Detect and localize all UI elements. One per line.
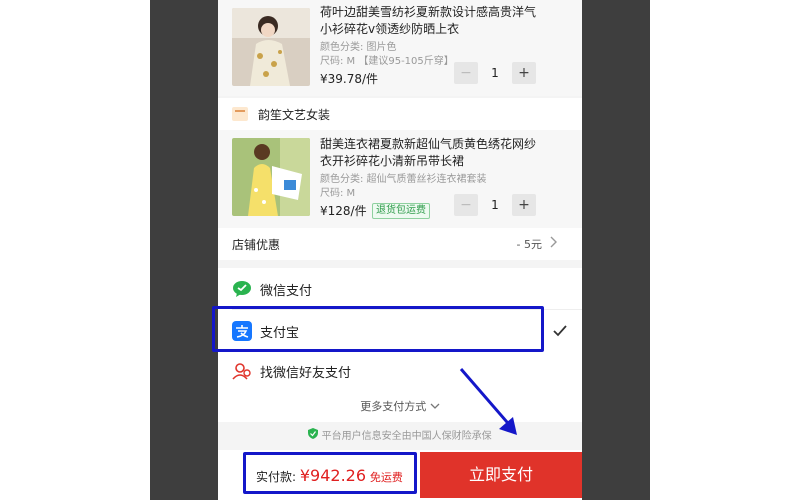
dark-margin-left [150, 0, 218, 500]
alipay-icon [232, 321, 252, 341]
quantity-value[interactable]: 1 [478, 194, 512, 216]
pay-now-button[interactable]: 立即支付 [420, 452, 582, 498]
security-notice-label: 平台用户信息安全由中国人保财险承保 [321, 431, 492, 442]
order-item-card: 甜美连衣裙夏款新超仙气质黄色绣花网纱衣开衫碎花小清新吊带长裙 颜色分类: 超仙气… [218, 130, 582, 228]
checkout-bar: 实付款: ¥942.26 免运费 立即支付 [218, 450, 582, 500]
payment-option-friend-pay[interactable]: 找微信好友支付 [218, 350, 582, 390]
order-item[interactable]: 荷叶边甜美雪纺衫夏新款设计感高贵洋气小衫碎花v领透纱防晒上衣 颜色分类: 图片色… [218, 0, 582, 96]
security-notice-text: 平台用户信息安全由中国人保财险承保 [218, 427, 582, 442]
product-price: ¥128/件 [320, 204, 367, 218]
product-color-option: 颜色分类: 超仙气质蕾丝衫连衣裙套装 [320, 174, 487, 185]
more-payment-methods[interactable]: 更多支付方式 [218, 390, 582, 422]
page-background-left [0, 0, 150, 500]
product-title[interactable]: 甜美连衣裙夏款新超仙气质黄色绣花网纱衣开衫碎花小清新吊带长裙 [320, 136, 542, 170]
dark-margin-right [582, 0, 650, 500]
free-return-badge: 退货包运费 [372, 203, 430, 219]
product-title[interactable]: 荷叶边甜美雪纺衫夏新款设计感高贵洋气小衫碎花v领透纱防晒上衣 [320, 4, 542, 38]
chevron-right-icon [548, 236, 558, 251]
quantity-value[interactable]: 1 [478, 62, 512, 84]
increase-quantity-button[interactable]: + [512, 62, 536, 84]
payment-option-label: 微信支付 [260, 284, 313, 299]
quantity-stepper: − 1 + [454, 194, 536, 216]
checkout-screen: 荷叶边甜美雪纺衫夏新款设计感高贵洋气小衫碎花v领透纱防晒上衣 颜色分类: 图片色… [218, 0, 582, 500]
shop-header[interactable]: 韵笙文艺女装 [218, 98, 582, 130]
shipping-note: 免运费 [369, 471, 403, 484]
order-item[interactable]: 甜美连衣裙夏款新超仙气质黄色绣花网纱衣开衫碎花小清新吊带长裙 颜色分类: 超仙气… [218, 130, 582, 228]
shop-coupon-label: 店铺优惠 [232, 238, 281, 252]
quantity-stepper: − 1 + [454, 62, 536, 84]
product-image[interactable] [232, 138, 310, 216]
total-price: ¥942.26 [299, 466, 367, 485]
page-background-right [650, 0, 800, 500]
chevron-down-icon [430, 400, 440, 413]
payment-option-label: 支付宝 [260, 326, 300, 341]
shop-coupon-row[interactable]: 店铺优惠 - 5元 [218, 228, 582, 260]
product-image[interactable] [232, 8, 310, 86]
friend-pay-icon [232, 361, 252, 381]
product-price: ¥39.78/件 [320, 72, 379, 86]
payment-option-alipay[interactable]: 支付宝 [218, 310, 582, 352]
increase-quantity-button[interactable]: + [512, 194, 536, 216]
product-size-option: 尺码: M 【建议95-105斤穿】 [320, 56, 454, 67]
payment-option-label: 找微信好友支付 [260, 366, 352, 381]
decrease-quantity-button[interactable]: − [454, 194, 478, 216]
product-color-option: 颜色分类: 图片色 [320, 42, 397, 53]
more-payment-label: 更多支付方式 [218, 398, 582, 414]
shop-name: 韵笙文艺女装 [258, 108, 331, 122]
payment-option-wechat[interactable]: 微信支付 [218, 268, 582, 310]
security-notice: 平台用户信息安全由中国人保财险承保 [218, 422, 582, 446]
shop-logo-icon [232, 107, 248, 121]
total-amount: 实付款: ¥942.26 免运费 [256, 466, 403, 485]
shop-coupon-value: - 5元 [516, 238, 542, 251]
wechat-pay-icon [232, 279, 252, 299]
order-item-card: 荷叶边甜美雪纺衫夏新款设计感高贵洋气小衫碎花v领透纱防晒上衣 颜色分类: 图片色… [218, 0, 582, 96]
total-label: 实付款: [256, 470, 300, 484]
more-payment-text: 更多支付方式 [360, 400, 427, 413]
decrease-quantity-button[interactable]: − [454, 62, 478, 84]
product-size-option: 尺码: M [320, 188, 356, 199]
checkmark-icon [552, 323, 568, 342]
shield-icon [308, 428, 321, 442]
